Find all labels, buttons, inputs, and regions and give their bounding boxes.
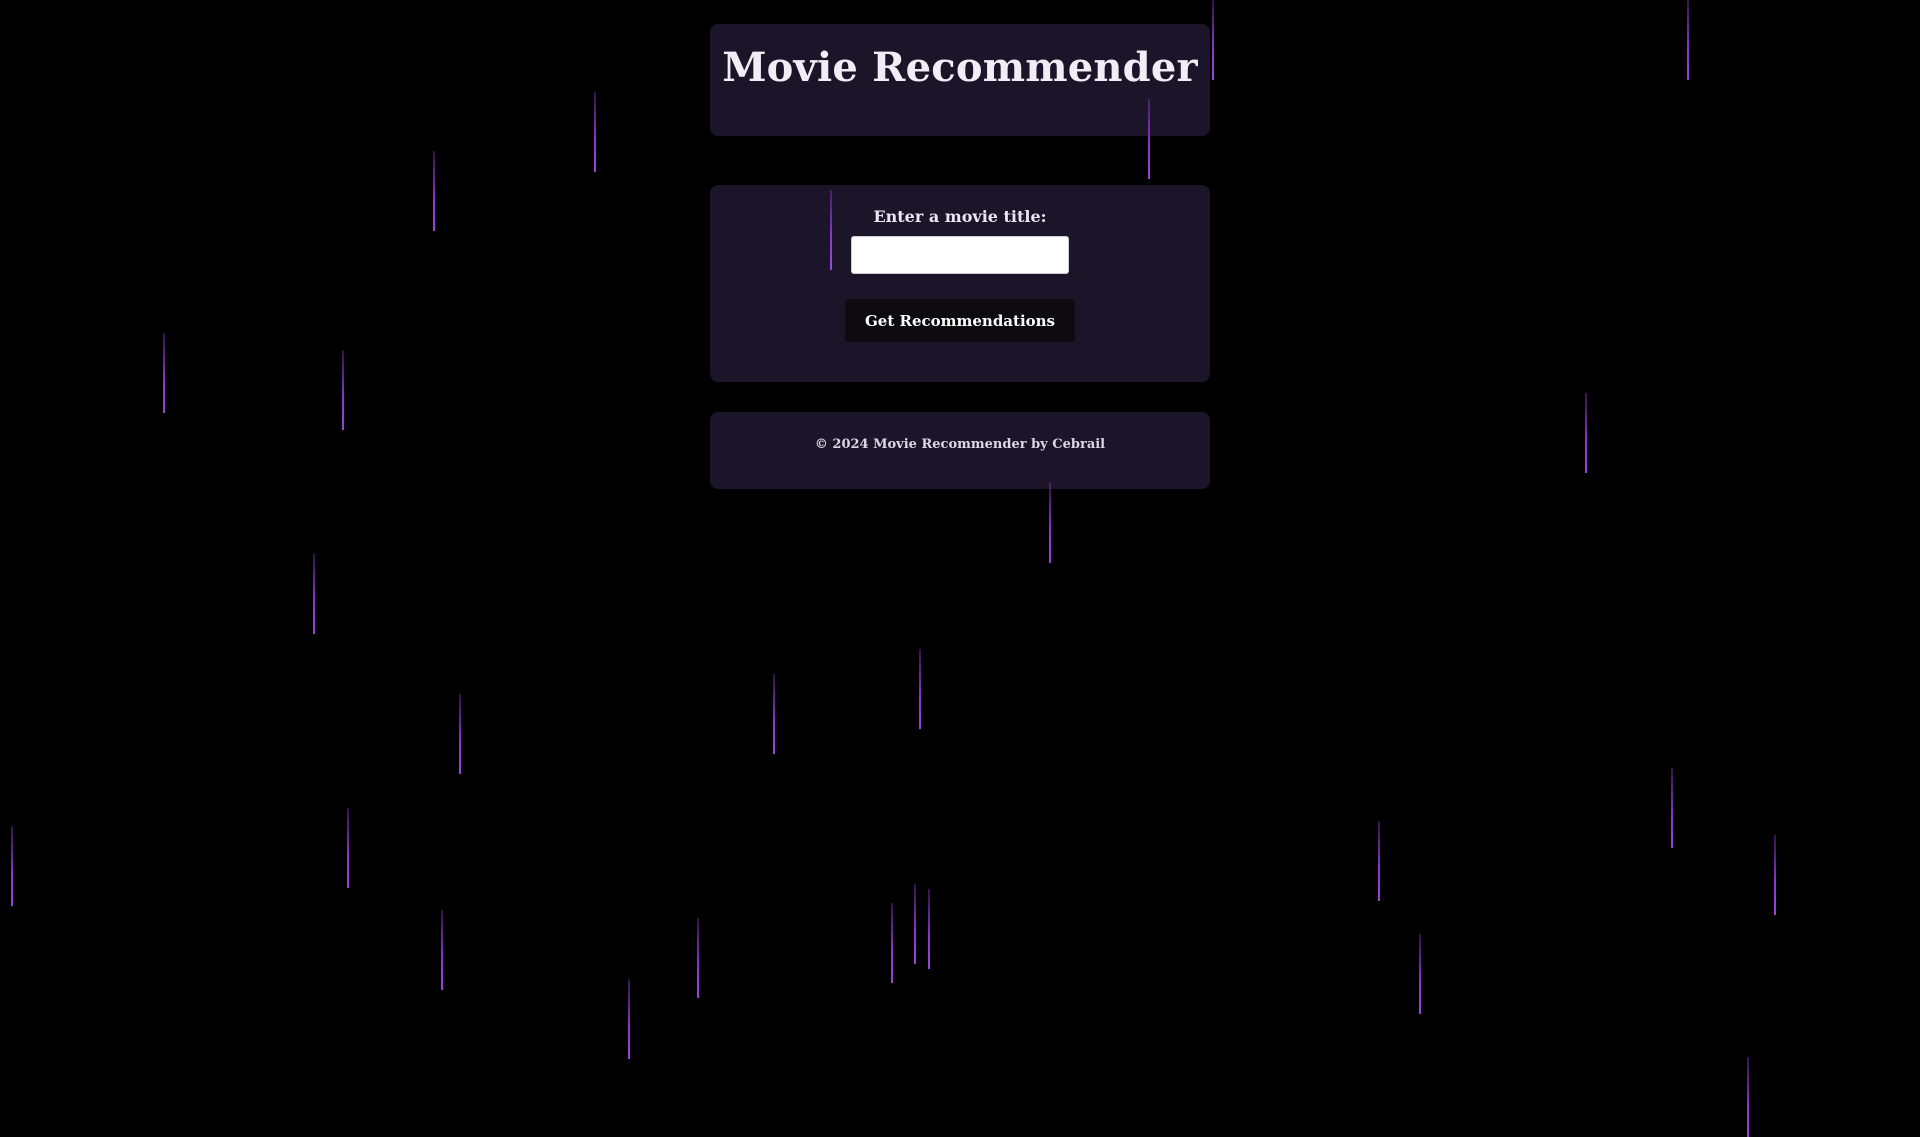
rain-streak bbox=[594, 92, 596, 172]
rain-streak bbox=[928, 889, 930, 969]
movie-title-label: Enter a movie title: bbox=[873, 207, 1047, 226]
movie-title-input[interactable] bbox=[851, 236, 1069, 274]
rain-streak bbox=[1049, 483, 1051, 563]
rain-streak bbox=[891, 903, 893, 983]
header-panel: Movie Recommender bbox=[710, 24, 1210, 136]
footer-text: © 2024 Movie Recommender by Cebrail bbox=[814, 437, 1106, 452]
get-recommendations-button[interactable]: Get Recommendations bbox=[844, 299, 1076, 342]
rain-streak bbox=[919, 649, 921, 729]
rain-streak bbox=[163, 333, 165, 413]
rain-streak bbox=[1747, 1057, 1749, 1137]
rain-streak bbox=[1378, 821, 1380, 901]
rain-streak bbox=[628, 979, 630, 1059]
rain-streak bbox=[342, 350, 344, 430]
rain-streak bbox=[773, 674, 775, 754]
page-title: Movie Recommender bbox=[722, 44, 1198, 91]
rain-streak bbox=[1774, 835, 1776, 915]
rain-streak bbox=[11, 826, 13, 906]
rain-streak bbox=[433, 151, 435, 231]
rain-streak bbox=[1585, 393, 1587, 473]
rain-streak bbox=[441, 910, 443, 990]
rain-streak bbox=[697, 918, 699, 998]
rain-streak bbox=[1671, 768, 1673, 848]
rain-streak bbox=[914, 884, 916, 964]
rain-streak bbox=[459, 694, 461, 774]
rain-streak bbox=[1419, 934, 1421, 1014]
rain-streak bbox=[1687, 0, 1689, 80]
footer-panel: © 2024 Movie Recommender by Cebrail bbox=[710, 412, 1210, 489]
rain-streak bbox=[1212, 0, 1214, 80]
rain-streak bbox=[347, 808, 349, 888]
main-container: Movie Recommender Enter a movie title: G… bbox=[710, 24, 1210, 489]
rain-streak bbox=[313, 554, 315, 634]
recommendation-form: Enter a movie title: Get Recommendations bbox=[710, 185, 1210, 382]
